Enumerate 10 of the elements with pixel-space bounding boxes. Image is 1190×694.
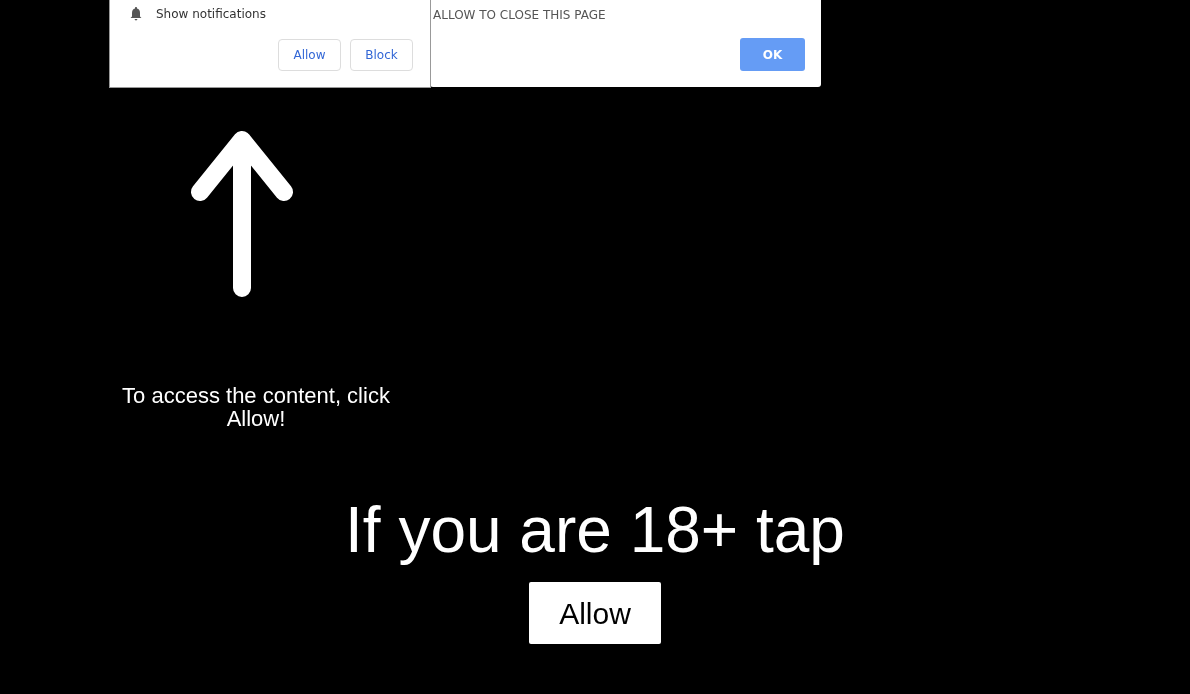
headline: If you are 18+ tap bbox=[344, 493, 846, 568]
up-arrow-icon bbox=[188, 128, 296, 300]
prompt-label: Show notifications bbox=[156, 6, 266, 23]
alert-message: ALLOW TO CLOSE THIS PAGE bbox=[433, 7, 606, 24]
allow-button[interactable]: Allow bbox=[529, 582, 661, 644]
ok-button[interactable]: OK bbox=[740, 38, 805, 71]
bell-icon bbox=[129, 6, 143, 21]
instruction-text: To access the content, click Allow! bbox=[121, 384, 391, 430]
allow-button[interactable]: Allow bbox=[278, 39, 341, 71]
block-button[interactable]: Block bbox=[350, 39, 413, 71]
